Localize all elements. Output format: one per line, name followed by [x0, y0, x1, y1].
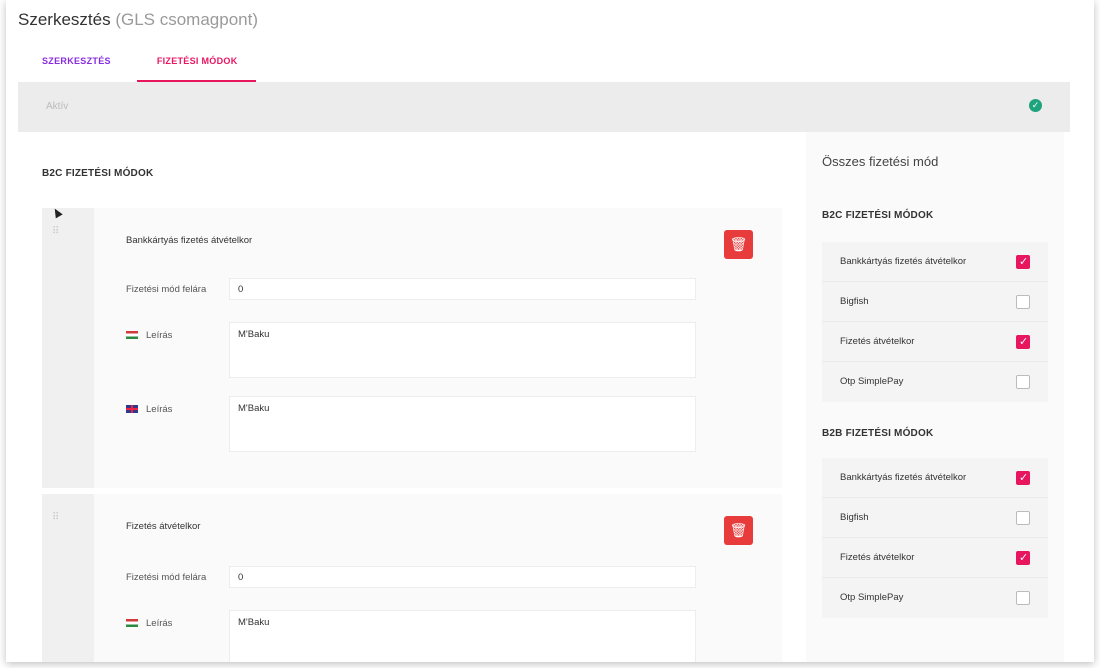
tab-szerkesztes[interactable]: SZERKESZTÉS [30, 52, 137, 82]
b2c-payment-methods-panel: B2C FIZETÉSI MÓDOK ⠿ Bankkártyás fizetés… [18, 132, 783, 662]
desc-hu-label: Leírás [126, 330, 172, 341]
payment-method-body: Bankkártyás fizetés átvételkor 🗑 Fizetés… [94, 208, 782, 488]
fee-label: Fizetési mód felára [126, 284, 207, 295]
trash-icon: 🗑 [729, 236, 748, 252]
active-label: Aktív [46, 101, 69, 112]
payment-method-card: ⠿ Fizetés átvételkor 🗑 Fizetési mód felá… [42, 494, 782, 662]
drag-handle[interactable]: ⠿ [42, 494, 94, 662]
drag-handle-icon[interactable]: ⠿ [52, 512, 59, 523]
fee-label: Fizetési mód felára [126, 572, 207, 583]
checkbox[interactable] [1016, 511, 1030, 525]
page-title-text: Szerkesztés [18, 10, 111, 29]
method-label: Fizetés átvételkor [840, 336, 915, 347]
hungarian-flag-icon [126, 619, 138, 627]
b2b-list-title: B2B FIZETÉSI MÓDOK [822, 428, 934, 439]
checkbox[interactable] [1016, 375, 1030, 389]
page-title: Szerkesztés (GLS csomagpont) [18, 10, 258, 30]
b2c-section-title: B2C FIZETÉSI MÓDOK [42, 168, 154, 179]
hungarian-flag-icon [126, 331, 138, 339]
method-label: Fizetés átvételkor [840, 552, 915, 563]
payment-method-card: ⠿ Bankkártyás fizetés átvételkor 🗑 Fizet… [42, 208, 782, 488]
desc-hu-textarea[interactable]: M'Baku [229, 610, 696, 662]
method-label: Bigfish [840, 512, 869, 523]
method-label: Otp SimplePay [840, 592, 904, 603]
method-label: Bankkártyás fizetés átvételkor [840, 472, 967, 483]
drag-handle-icon[interactable]: ⠿ [52, 226, 59, 237]
checkbox[interactable] [1016, 255, 1030, 269]
b2c-list-title: B2C FIZETÉSI MÓDOK [822, 210, 934, 221]
fee-input[interactable]: 0 [229, 278, 696, 300]
check-circle-icon[interactable]: ✓ [1029, 99, 1042, 112]
active-status-bar: Aktív ✓ [18, 82, 1070, 132]
list-item[interactable]: Bankkártyás fizetés átvételkor [822, 242, 1048, 282]
desc-en-label-text: Leírás [146, 404, 173, 415]
list-item[interactable]: Otp SimplePay [822, 578, 1048, 618]
desc-hu-label-text: Leírás [146, 618, 173, 629]
payment-method-body: Fizetés átvételkor 🗑 Fizetési mód felára… [94, 494, 782, 662]
payment-method-name: Fizetés átvételkor [126, 521, 201, 532]
checkbox[interactable] [1016, 295, 1030, 309]
list-item[interactable]: Bigfish [822, 498, 1048, 538]
tab-fizetesi-modok[interactable]: FIZETÉSI MÓDOK [136, 52, 256, 82]
list-item[interactable]: Otp SimplePay [822, 362, 1048, 402]
b2c-methods-list: Bankkártyás fizetés átvételkor Bigfish F… [822, 242, 1048, 402]
checkbox[interactable] [1016, 335, 1030, 349]
fee-input[interactable]: 0 [229, 566, 696, 588]
edit-window: Szerkesztés (GLS csomagpont) SZERKESZTÉS… [6, 0, 1094, 662]
trash-icon: 🗑 [729, 522, 748, 538]
method-label: Otp SimplePay [840, 376, 904, 387]
tab-bar: SZERKESZTÉS FIZETÉSI MÓDOK [30, 52, 256, 82]
list-item[interactable]: Bigfish [822, 282, 1048, 322]
desc-hu-label-text: Leírás [146, 330, 173, 341]
list-item[interactable]: Fizetés átvételkor [822, 538, 1048, 578]
b2b-methods-list: Bankkártyás fizetés átvételkor Bigfish F… [822, 458, 1048, 618]
drag-handle[interactable]: ⠿ [42, 208, 94, 488]
checkbox[interactable] [1016, 551, 1030, 565]
checkbox[interactable] [1016, 471, 1030, 485]
payment-method-name: Bankkártyás fizetés átvételkor [126, 235, 253, 246]
method-label: Bankkártyás fizetés átvételkor [840, 256, 967, 267]
method-label: Bigfish [840, 296, 869, 307]
desc-hu-label: Leírás [126, 618, 172, 629]
desc-hu-textarea[interactable]: M'Baku [229, 322, 696, 378]
uk-flag-icon [126, 405, 138, 413]
list-item[interactable]: Bankkártyás fizetés átvételkor [822, 458, 1048, 498]
desc-en-textarea[interactable]: M'Baku [229, 396, 696, 452]
all-payment-methods-panel: Összes fizetési mód B2C FIZETÉSI MÓDOK B… [806, 132, 1064, 662]
desc-en-label: Leírás [126, 404, 172, 415]
page-subtitle: (GLS csomagpont) [115, 10, 259, 29]
list-item[interactable]: Fizetés átvételkor [822, 322, 1048, 362]
delete-button[interactable]: 🗑 [724, 230, 753, 259]
all-methods-title: Összes fizetési mód [822, 154, 939, 169]
checkbox[interactable] [1016, 591, 1030, 605]
delete-button[interactable]: 🗑 [724, 516, 753, 545]
